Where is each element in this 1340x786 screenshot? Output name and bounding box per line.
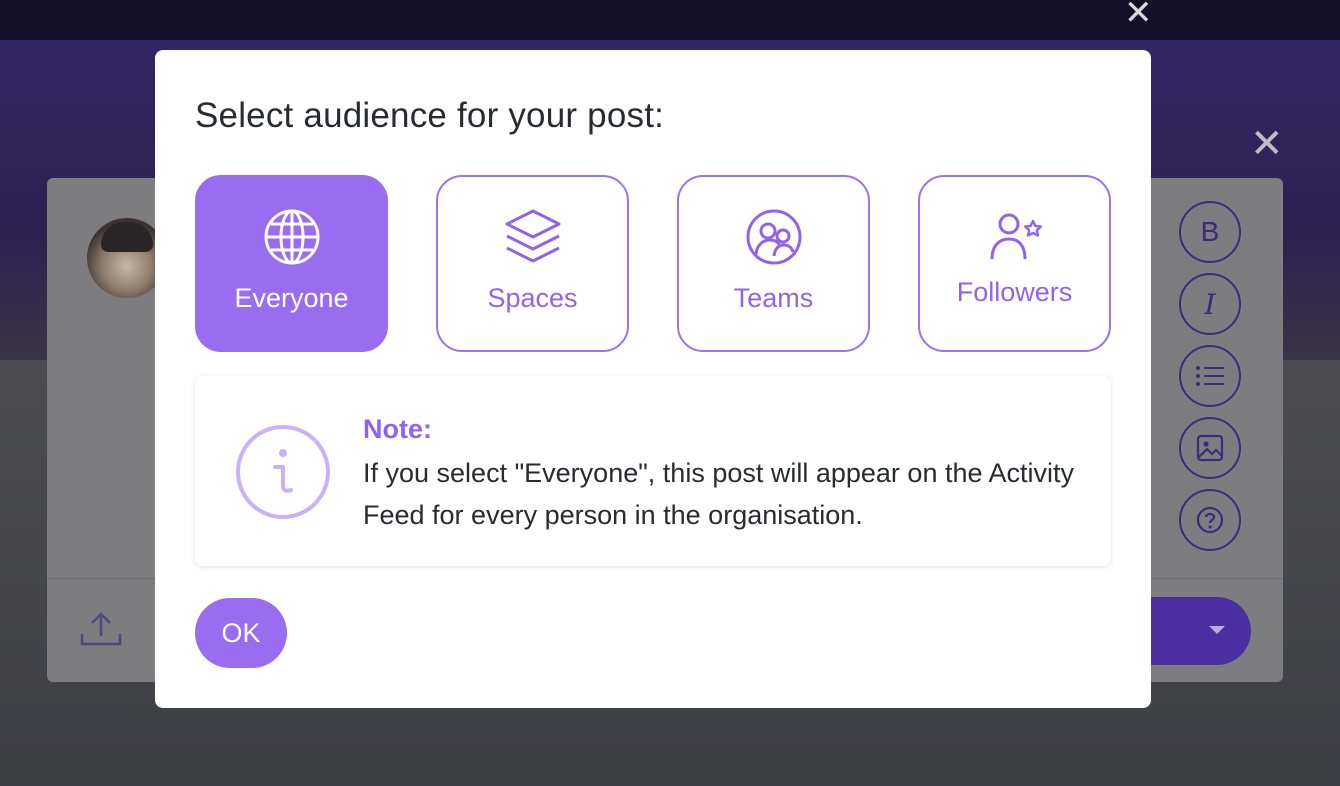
audience-modal: Select audience for your post: Everyone … bbox=[155, 50, 1151, 708]
ok-button[interactable]: OK bbox=[195, 598, 287, 668]
note-text: If you select "Everyone", this post will… bbox=[363, 458, 1075, 530]
option-label: Everyone bbox=[234, 283, 349, 313]
close-icon[interactable]: ✕ bbox=[1124, 0, 1153, 30]
upload-icon[interactable] bbox=[79, 610, 123, 650]
info-icon bbox=[236, 425, 330, 519]
note-heading: Note: bbox=[363, 414, 432, 444]
image-button[interactable] bbox=[1179, 417, 1241, 479]
post-dropdown-button[interactable] bbox=[1147, 597, 1251, 665]
bold-label: B bbox=[1200, 216, 1220, 247]
user-star-icon bbox=[990, 213, 1042, 260]
team-icon bbox=[746, 209, 801, 265]
option-label: Teams bbox=[733, 283, 814, 313]
modal-title: Select audience for your post: bbox=[195, 96, 665, 135]
chevron-down-icon bbox=[1209, 626, 1225, 634]
option-everyone[interactable]: Everyone bbox=[195, 175, 388, 352]
list-button[interactable] bbox=[1179, 345, 1241, 407]
image-icon bbox=[1196, 434, 1224, 462]
help-icon bbox=[1196, 506, 1224, 534]
bold-button[interactable]: B bbox=[1179, 201, 1241, 263]
option-followers[interactable]: Followers bbox=[918, 175, 1111, 352]
note-panel: Note: If you select "Everyone", this pos… bbox=[195, 376, 1111, 566]
italic-button[interactable]: I bbox=[1179, 273, 1241, 335]
option-label: Followers bbox=[956, 277, 1073, 307]
help-button[interactable] bbox=[1179, 489, 1241, 551]
list-icon bbox=[1196, 366, 1224, 386]
globe-icon bbox=[264, 209, 319, 265]
option-label: Spaces bbox=[487, 283, 578, 313]
option-teams[interactable]: Teams bbox=[677, 175, 870, 352]
italic-label: I bbox=[1204, 287, 1216, 321]
layers-icon bbox=[505, 209, 560, 263]
option-spaces[interactable]: Spaces bbox=[436, 175, 629, 352]
close-icon[interactable]: ✕ bbox=[1250, 124, 1284, 164]
